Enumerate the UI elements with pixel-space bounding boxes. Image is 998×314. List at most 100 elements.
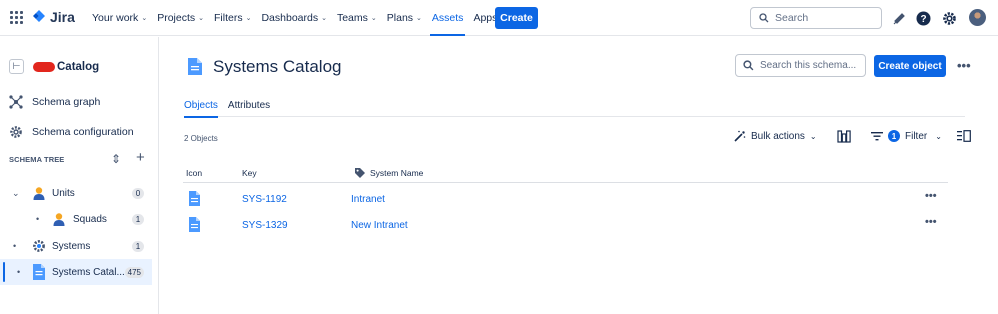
nav-item-label: Your work [92,12,139,24]
tree-item-label: Squads [73,213,107,225]
bulk-actions-label: Bulk actions [751,130,805,142]
svg-text:?: ? [920,14,926,25]
tree-item-systems-catalog[interactable]: • Systems Catal... 475 [0,259,152,285]
tree-item-label: Units [52,187,75,199]
chevron-down-icon: ⌄ [198,15,204,22]
document-icon [189,191,200,206]
nav-item-plans[interactable]: Plans ⌄ [382,0,427,36]
search-icon [759,13,769,23]
sidebar-item-schema-graph[interactable]: Schema graph [9,95,100,109]
app-switcher-icon[interactable] [10,11,23,24]
tab-attributes[interactable]: Attributes [228,100,270,117]
nav-item-label: Assets [431,12,464,24]
row-more-options-icon[interactable]: ••• [925,190,937,202]
filter-label: Filter [905,130,928,142]
user-avatar[interactable] [969,9,986,26]
detail-view-icon[interactable] [957,130,971,142]
help-icon[interactable]: ? [915,10,931,26]
object-key-link[interactable]: SYS-1192 [242,194,287,205]
filter-button[interactable]: 1 Filter ⌄ [871,130,942,142]
brand-name: Jira [50,9,75,25]
nav-item-dashboards[interactable]: Dashboards ⌄ [256,0,332,36]
chevron-down-icon: ⌄ [321,15,327,22]
chevron-down-icon[interactable]: ⌄ [12,188,20,199]
create-button[interactable]: Create [495,7,538,29]
bullet-icon: • [36,214,40,224]
chevron-down-icon: ⌄ [245,15,252,22]
column-header-label: System Name [370,168,424,178]
project-name: Catalog [57,60,100,73]
sidebar-item-schema-configuration[interactable]: Schema configuration [9,125,134,139]
sidebar: ⊢ Catalog Schema graph Schema configurat… [0,37,159,314]
tree-item-label: Systems [52,240,91,252]
bullet-icon: • [17,267,21,277]
gear-icon [10,126,22,138]
cog-icon [33,240,45,252]
chevron-down-icon: ⌄ [370,15,377,22]
create-object-button[interactable]: Create object [874,55,946,77]
notifications-icon[interactable] [891,10,907,26]
tree-item-units[interactable]: ⌄ Units 0 [0,180,152,206]
system-name-link[interactable]: New Intranet [351,220,408,231]
count-badge: 1 [132,213,144,225]
count-badge: 475 [124,266,144,278]
person-icon [33,187,45,200]
object-count: 2 Objects [184,134,218,143]
page-title: Systems Catalog [213,57,342,76]
person-icon [53,213,65,226]
column-header-system-name[interactable]: System Name [355,168,423,178]
document-icon [189,217,200,232]
more-options-icon[interactable]: ••• [957,58,971,73]
bulk-actions-button[interactable]: Bulk actions ⌄ [734,130,817,142]
table-header-divider [183,182,948,183]
magic-wand-icon [734,130,746,142]
tree-item-squads[interactable]: • Squads 1 [0,206,152,232]
chevron-down-icon: ⌄ [141,15,148,22]
top-navigation: Jira Your work ⌄ Projects ⌄ Filters ⌄ Dashboar… [0,0,998,36]
schema-search-input[interactable]: Search this schema... [735,54,866,77]
row-more-options-icon[interactable]: ••• [925,216,937,228]
project-header[interactable]: ⊢ Catalog [9,59,99,74]
nav-menu: Your work ⌄ Projects ⌄ Filters ⌄ Dashboards ⌄ Te… [87,0,511,36]
column-header-icon: Icon [186,168,203,178]
column-layout-icon[interactable] [837,130,851,143]
global-search-placeholder: Search [775,12,809,24]
project-avatar [33,61,55,72]
table-row[interactable]: SYS-1192 Intranet ••• [183,186,948,212]
nav-item-label: Dashboards [261,12,319,24]
bullet-icon: • [13,241,17,251]
tree-item-label: Systems Catal... [52,266,125,278]
jira-logo-icon [33,10,45,22]
add-object-type-icon[interactable]: + [136,149,145,166]
chevron-down-icon: ⌄ [809,131,817,141]
reorder-icon[interactable]: ⇕ [111,152,121,166]
nav-item-filters[interactable]: Filters ⌄ [209,0,256,36]
nav-item-teams[interactable]: Teams ⌄ [332,0,382,36]
schema-tree-heading: SCHEMA TREE [9,155,65,164]
tag-icon [355,168,365,178]
schema-graph-icon [9,95,23,109]
project-tree-icon: ⊢ [9,59,24,74]
count-badge: 1 [132,240,144,252]
filter-icon [871,132,883,141]
filter-count-badge: 1 [888,130,900,142]
nav-item-label: Projects [157,12,196,24]
tree-item-systems[interactable]: • Systems 1 [0,233,152,259]
tab-objects[interactable]: Objects [184,100,218,118]
table-row[interactable]: SYS-1329 New Intranet ••• [183,212,948,238]
global-search-input[interactable]: Search [750,7,882,29]
nav-item-label: Teams [336,12,368,24]
column-header-key[interactable]: Key [242,168,257,178]
nav-item-projects[interactable]: Projects ⌄ [152,0,209,36]
nav-item-label: Apps [473,12,498,24]
system-name-link[interactable]: Intranet [351,194,385,205]
nav-item-assets[interactable]: Assets [427,0,469,36]
settings-icon[interactable] [941,10,957,26]
jira-logo[interactable]: Jira [32,9,75,25]
schema-search-placeholder: Search this schema... [760,60,857,71]
nav-item-label: Plans [386,12,414,24]
document-icon [33,264,45,280]
nav-item-your-work[interactable]: Your work ⌄ [87,0,152,36]
sidebar-item-label: Schema configuration [32,126,134,138]
object-key-link[interactable]: SYS-1329 [242,220,288,231]
